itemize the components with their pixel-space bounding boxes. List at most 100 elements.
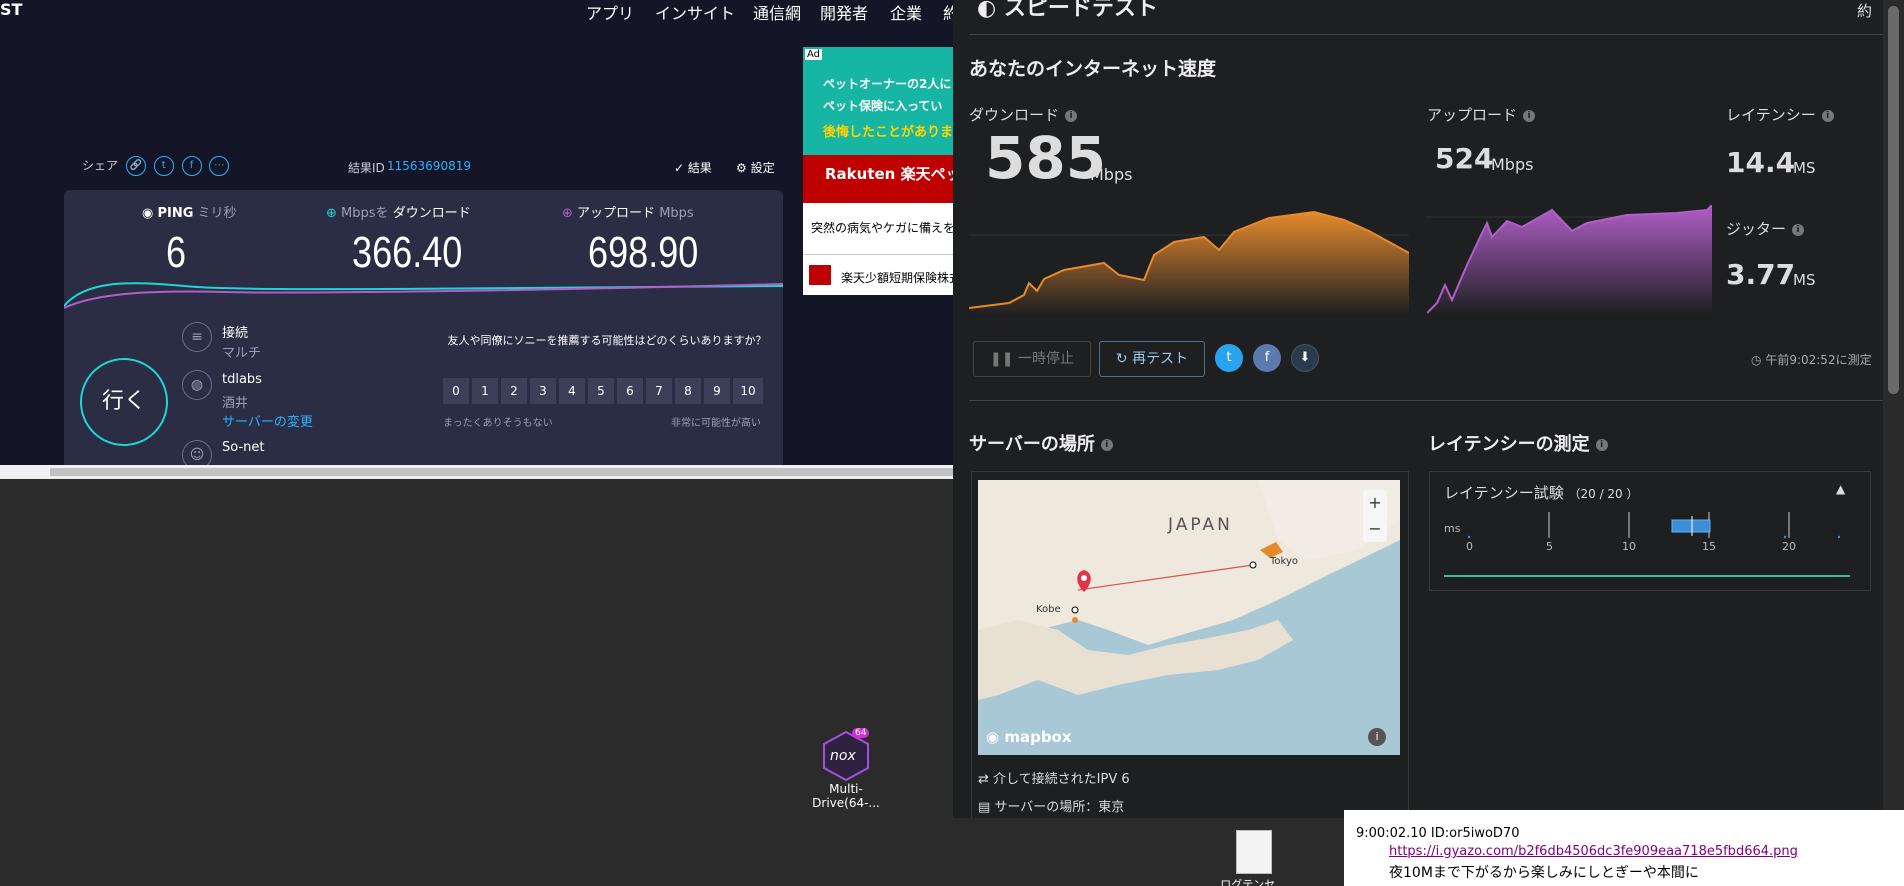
nps-3[interactable]: 3 <box>530 378 556 404</box>
latency-unit: MS <box>1793 159 1816 177</box>
ping-icon: ◉ <box>142 206 154 221</box>
info-icon[interactable]: i <box>1821 109 1834 122</box>
change-server-link[interactable]: サーバーの変更 <box>222 411 313 430</box>
jitter-label: ジッター i <box>1726 218 1805 239</box>
speedtest-logo-icon: ◐ <box>977 0 997 21</box>
advertisement[interactable]: Ad ペットオーナーの2人に ペット保険に入ってい 後悔したことがありま Rak… <box>803 47 953 295</box>
upload-value: 524 <box>1435 142 1494 175</box>
retest-button[interactable]: ↻ 再テスト <box>1099 341 1205 377</box>
ad-tagline: 突然の病気やケガに備えを <box>811 221 953 235</box>
info-icon[interactable]: i <box>1523 109 1536 122</box>
nps-2[interactable]: 2 <box>501 378 527 404</box>
latency-tick-20: 20 <box>1782 540 1796 553</box>
zoom-in-button[interactable]: + <box>1363 490 1387 516</box>
zoom-out-button[interactable]: − <box>1363 516 1387 542</box>
connections-icon: ≡ <box>182 322 212 352</box>
twitter-share-icon[interactable]: t <box>1215 344 1243 372</box>
ad-badge: Ad <box>805 49 823 60</box>
nps-question: 友人や同僚にソニーを推薦する可能性はどのくらいありますか？ <box>447 334 767 347</box>
ad-divider <box>803 254 953 255</box>
nps-9[interactable]: 9 <box>704 378 730 404</box>
nps-4[interactable]: 4 <box>559 378 585 404</box>
collapse-icon[interactable]: ▲ <box>1836 482 1845 496</box>
ad-footer: 楽天少額短期保険株式 <box>841 271 953 285</box>
desktop-icon-label[interactable]: Multi-Drive(64-... <box>796 782 896 810</box>
ping-value: 6 <box>166 228 187 277</box>
nox-app-icon[interactable]: nox 64 <box>818 728 874 784</box>
twitter-icon[interactable]: t <box>153 156 174 176</box>
section-divider <box>969 400 1887 401</box>
share-label: シェア <box>82 158 119 173</box>
nps-10[interactable]: 10 <box>733 378 763 404</box>
upload-value: 698.90 <box>588 228 699 277</box>
info-icon[interactable]: i <box>1595 439 1608 451</box>
server-map[interactable]: JAPAN Kobe Tokyo + − ◉ mapbox i <box>978 480 1400 755</box>
upload-graph <box>1427 205 1712 315</box>
map-info-icon[interactable]: i <box>1368 728 1386 746</box>
latency-card: レイテンシー試験 （20 / 20 ） ▲ ms 0 5 10 15 20 <box>1429 471 1871 591</box>
gear-icon: ⚙ <box>736 161 747 175</box>
nox-icon-label: nox <box>830 748 856 764</box>
download-icon: ⊕ <box>326 206 337 221</box>
facebook-share-icon[interactable]: f <box>1253 344 1281 372</box>
nav-developers[interactable]: 開発者 <box>820 0 868 24</box>
clock-icon: ◷ <box>1751 353 1762 367</box>
info-icon[interactable]: i <box>1792 223 1805 236</box>
post-link[interactable]: https://i.gyazo.com/b2f6db4506dc3fe909ea… <box>1389 844 1798 859</box>
scrollbar-thumb[interactable] <box>50 468 953 476</box>
upload-label: アップロード i <box>1427 104 1536 125</box>
nps-8[interactable]: 8 <box>675 378 701 404</box>
nav-about[interactable]: 約 <box>943 0 953 24</box>
mapbox-attribution[interactable]: ◉ mapbox <box>986 728 1072 746</box>
nav-enterprise[interactable]: 企業 <box>890 0 922 24</box>
isp-name: So-net <box>222 440 265 455</box>
logo[interactable]: ST <box>0 0 22 19</box>
mapbox-logo-icon: ◉ <box>986 728 1000 746</box>
nav-insights[interactable]: インサイト <box>655 0 735 24</box>
map-city-kobe: Kobe <box>1036 604 1061 615</box>
download-header: ⊕ Mbpsを ダウンロード <box>326 206 471 221</box>
connection-value: マルチ <box>222 346 262 361</box>
nps-0[interactable]: 0 <box>443 378 469 404</box>
nav-apps[interactable]: アプリ <box>586 0 634 24</box>
upload-icon: ⊕ <box>562 206 573 221</box>
info-icon[interactable]: i <box>1100 439 1113 451</box>
pause-button[interactable]: ❚❚ 一時停止 <box>973 341 1091 377</box>
refresh-icon: ↻ <box>1115 351 1128 367</box>
info-icon[interactable]: i <box>1065 109 1078 122</box>
latency-tick-10: 10 <box>1622 540 1636 553</box>
server-city: 酒井 <box>222 396 249 411</box>
ad-line3: 後悔したことがありま <box>823 125 953 140</box>
settings-button[interactable]: ⚙ 設定 <box>736 159 775 176</box>
map-city-tokyo: Tokyo <box>1270 556 1298 567</box>
go-button[interactable]: 行く <box>80 358 168 446</box>
result-id-link[interactable]: 11563690819 <box>387 159 471 173</box>
nps-7[interactable]: 7 <box>646 378 672 404</box>
nox-badge: 64 <box>852 728 870 738</box>
server-icon: ▤ <box>978 800 991 815</box>
nps-1[interactable]: 1 <box>472 378 498 404</box>
facebook-icon[interactable]: f <box>181 156 202 176</box>
download-graph <box>969 210 1409 315</box>
horizontal-scrollbar[interactable] <box>0 465 953 479</box>
latency-label: レイテンシー i <box>1726 104 1834 125</box>
nav-network[interactable]: 通信網 <box>753 0 801 24</box>
link-icon[interactable]: 🔗 <box>125 156 146 176</box>
scrollbar-thumb[interactable] <box>1888 6 1899 394</box>
more-icon[interactable]: ⋯ <box>209 156 230 176</box>
upload-unit: Mbps <box>1491 155 1534 174</box>
nps-5[interactable]: 5 <box>588 378 614 404</box>
latency-tick-0: 0 <box>1466 540 1473 553</box>
ad-brand: Rakuten 楽天ペット <box>825 165 953 183</box>
title-divider <box>969 34 1887 35</box>
server-location: ▤ サーバーの場所：東京 <box>978 800 1125 815</box>
results-button[interactable]: ✓ 結果 <box>674 159 712 176</box>
text-file-icon[interactable] <box>1236 830 1272 874</box>
ad-logo <box>809 265 831 285</box>
bbs-thread-panel: 9:00:02.10 ID:or5iwoD70 https://i.gyazo.… <box>1344 810 1904 886</box>
download-results-icon[interactable]: ⬇ <box>1291 344 1319 372</box>
vertical-scrollbar[interactable] <box>1883 0 1904 818</box>
nps-6[interactable]: 6 <box>617 378 643 404</box>
file-label[interactable]: ログテンセ... <box>1220 876 1286 886</box>
latency-test-label[interactable]: レイテンシー試験 （20 / 20 ） <box>1444 482 1639 503</box>
